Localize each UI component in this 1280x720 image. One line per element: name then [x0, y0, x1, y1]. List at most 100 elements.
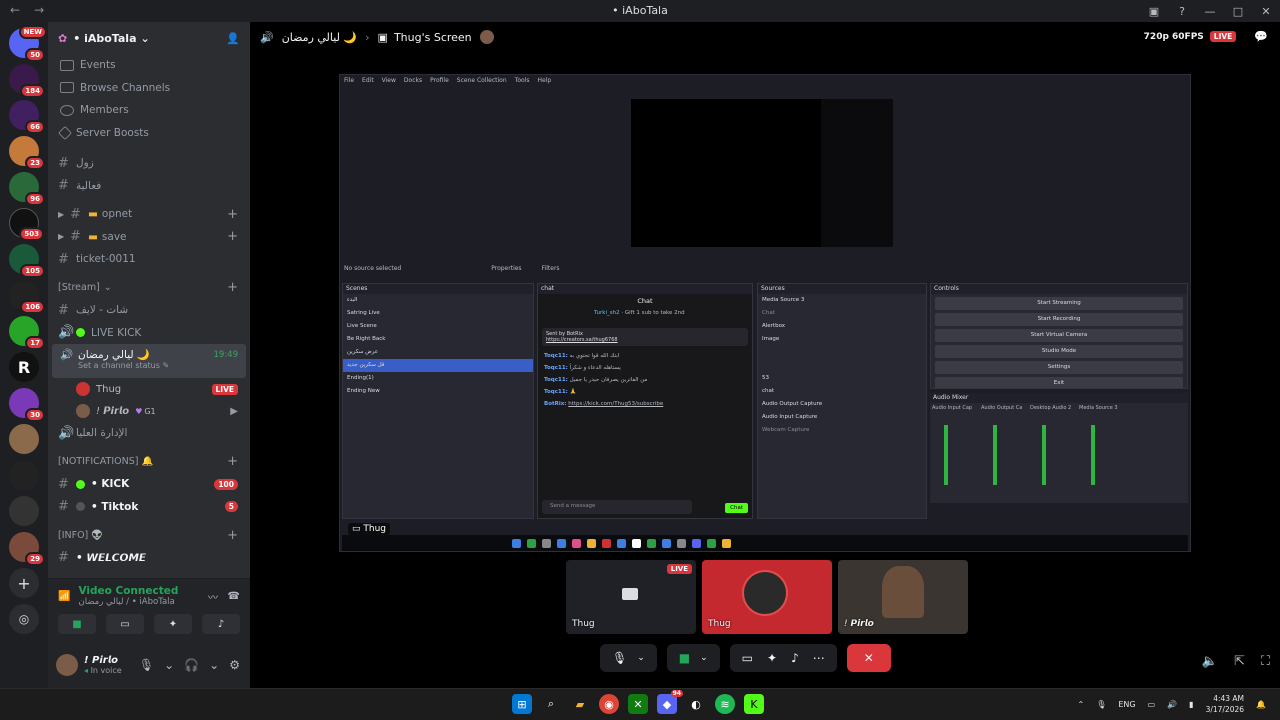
channel-label: • Tiktok [91, 500, 139, 513]
category-opnet[interactable]: ▶ # ▬ opnet + [48, 203, 250, 226]
soundboard-button[interactable]: ♪ [202, 614, 240, 634]
category-notifications[interactable]: [NOTIFICATIONS] 🔔 + [48, 451, 250, 474]
microphone-icon[interactable]: 🎙 [139, 658, 154, 672]
server-icon[interactable]: 29 [9, 532, 45, 566]
activities-icon[interactable]: ✦ [767, 651, 777, 665]
server-icon[interactable] [9, 496, 39, 526]
more-icon[interactable]: ⋯ [813, 651, 825, 665]
maximize-button[interactable]: □ [1224, 0, 1252, 22]
disconnect-icon[interactable]: ☎ [228, 591, 240, 602]
server-icon[interactable]: 503 [9, 208, 44, 241]
server-icon[interactable] [9, 424, 39, 454]
mention-badge: 23 [25, 156, 45, 170]
folder-icon: ▬ [88, 230, 98, 243]
kick-app-icon[interactable]: K [744, 694, 764, 714]
close-button[interactable]: ✕ [1252, 0, 1280, 22]
server-icon[interactable]: 66 [9, 100, 45, 134]
search-icon[interactable]: ⌕ [541, 694, 561, 714]
add-icon[interactable]: + [227, 207, 238, 222]
channel-admin[interactable]: 🔊 الإدارة العليا [48, 422, 250, 445]
channel-kick[interactable]: # • KICK 100 [48, 473, 250, 496]
screen-share-button[interactable]: ▭ [106, 614, 144, 634]
channel-live-kick[interactable]: 🔊 LIVE KICK [48, 322, 250, 345]
inbox-icon[interactable]: ▣ [1140, 0, 1168, 22]
battery-icon[interactable]: ▮ [1189, 700, 1193, 709]
volume-icon[interactable]: 🔈 [1202, 654, 1218, 669]
server-icon[interactable]: R [9, 352, 39, 382]
chrome-icon[interactable]: ◉ [599, 694, 619, 714]
add-user-icon[interactable]: 👤 [226, 32, 240, 45]
connection-status[interactable]: Video Connected [78, 585, 178, 597]
soundboard-icon[interactable]: ♪ [791, 651, 799, 665]
screen-share-icon[interactable]: ▭ [742, 651, 753, 665]
participant-tile-thug[interactable]: Thug [702, 560, 832, 634]
add-icon[interactable]: + [227, 280, 238, 295]
discord-icon[interactable]: ◆ 94 [657, 690, 683, 714]
channel-shat[interactable]: # شات - لايف [48, 299, 250, 322]
server-icon[interactable]: 23 [9, 136, 45, 170]
menu-events[interactable]: Events [48, 54, 250, 77]
add-icon[interactable]: + [227, 229, 238, 244]
volume-icon[interactable]: 🔊 [1167, 700, 1177, 709]
menu-browse-channels[interactable]: Browse Channels [48, 77, 250, 100]
help-icon[interactable]: ? [1168, 0, 1196, 22]
category-save[interactable]: ▶ # ▬ save + [48, 226, 250, 249]
server-icon[interactable]: 184 [9, 64, 45, 98]
clock[interactable]: 4:43 AM 3/17/2026 [1206, 693, 1244, 715]
file-explorer-icon[interactable]: ▰ [570, 694, 590, 714]
avatar[interactable] [56, 654, 78, 676]
voice-channel-active[interactable]: 🔊 ليالي رمضان 🌙 19:49 Set a channel status… [52, 344, 246, 378]
server-icon[interactable]: NEW 50 [9, 25, 47, 62]
popout-icon[interactable]: ⇱ [1234, 654, 1245, 669]
start-streaming-button: Start Streaming [935, 297, 1183, 310]
microphone-icon[interactable]: 🎙 [1096, 700, 1106, 709]
menu-members[interactable]: Members [48, 99, 250, 122]
server-header[interactable]: ✿ • iAboTala ⌄ 👤 [48, 22, 250, 54]
participant-tile-screen[interactable]: LIVE Thug [566, 560, 696, 634]
participant-tile-pirlo[interactable]: ! 𝙋𝙞𝙧𝙡𝙤 [838, 560, 968, 634]
voice-user-thug[interactable]: Thug LIVE [48, 378, 250, 400]
start-icon[interactable]: ⊞ [512, 694, 532, 714]
noise-suppression-icon[interactable]: 〰 [208, 589, 218, 604]
camera-button[interactable]: ■ [58, 614, 96, 634]
obs-icon[interactable]: ◐ [686, 694, 706, 714]
xbox-icon[interactable]: ✕ [628, 694, 648, 714]
menu-server-boosts[interactable]: Server Boosts [48, 122, 250, 145]
network-icon[interactable]: ▭ [1148, 700, 1156, 709]
server-icon[interactable]: 17 [9, 316, 45, 350]
add-icon[interactable]: + [227, 528, 238, 543]
discover-icon[interactable]: ◎ [9, 604, 39, 634]
camera-button[interactable]: ■ ⌄ [666, 644, 720, 672]
fullscreen-icon[interactable]: ⛶ [1261, 654, 1270, 669]
chat-icon[interactable]: 💬 [1254, 30, 1268, 43]
server-icon[interactable] [9, 460, 39, 490]
notifications-icon[interactable]: 🔔 [1256, 700, 1266, 709]
server-icon[interactable]: 96 [9, 172, 45, 206]
channel-welcome[interactable]: # • 𝙒𝙀𝙇𝘾𝙊𝙈𝙀 [48, 547, 250, 570]
microphone-button[interactable]: 🎙 ⌄ [600, 644, 657, 672]
chevron-up-icon[interactable]: ⌃ [1078, 700, 1085, 709]
voice-user-pirlo[interactable]: ! 𝙋𝙞𝙧𝙡𝙤 ♥ G1 ▶ [48, 400, 250, 422]
channel-faaliya[interactable]: # فعالية [48, 175, 250, 198]
headphones-icon[interactable]: 🎧 [184, 658, 199, 672]
channel-zool[interactable]: # زول [48, 152, 250, 175]
category-info[interactable]: [INFO] 👽 + [48, 524, 250, 547]
add-server-icon[interactable]: + [9, 568, 39, 598]
channel-status[interactable]: Set a channel status ✎ [60, 361, 238, 370]
chevron-down-icon[interactable]: ⌄ [209, 658, 219, 672]
server-icon[interactable]: 30 [9, 388, 45, 422]
add-icon[interactable]: + [227, 454, 238, 469]
server-icon[interactable]: 105 [9, 244, 45, 278]
leave-call-button[interactable]: ✕ [846, 644, 891, 672]
chevron-down-icon[interactable]: ⌄ [164, 658, 174, 672]
spotify-icon[interactable]: ≋ [715, 694, 735, 714]
activities-button[interactable]: ✦ [154, 614, 192, 634]
gear-icon[interactable]: ⚙ [229, 658, 240, 672]
hash-icon: # [58, 302, 69, 318]
language-indicator[interactable]: ENG [1118, 700, 1135, 709]
category-stream[interactable]: [Stream] ⌄ + [48, 277, 250, 300]
channel-tiktok[interactable]: # • Tiktok 5 [48, 496, 250, 519]
server-icon[interactable]: 106 [9, 280, 45, 314]
channel-ticket[interactable]: # ticket-0011 [48, 248, 250, 271]
minimize-button[interactable]: — [1196, 0, 1224, 22]
